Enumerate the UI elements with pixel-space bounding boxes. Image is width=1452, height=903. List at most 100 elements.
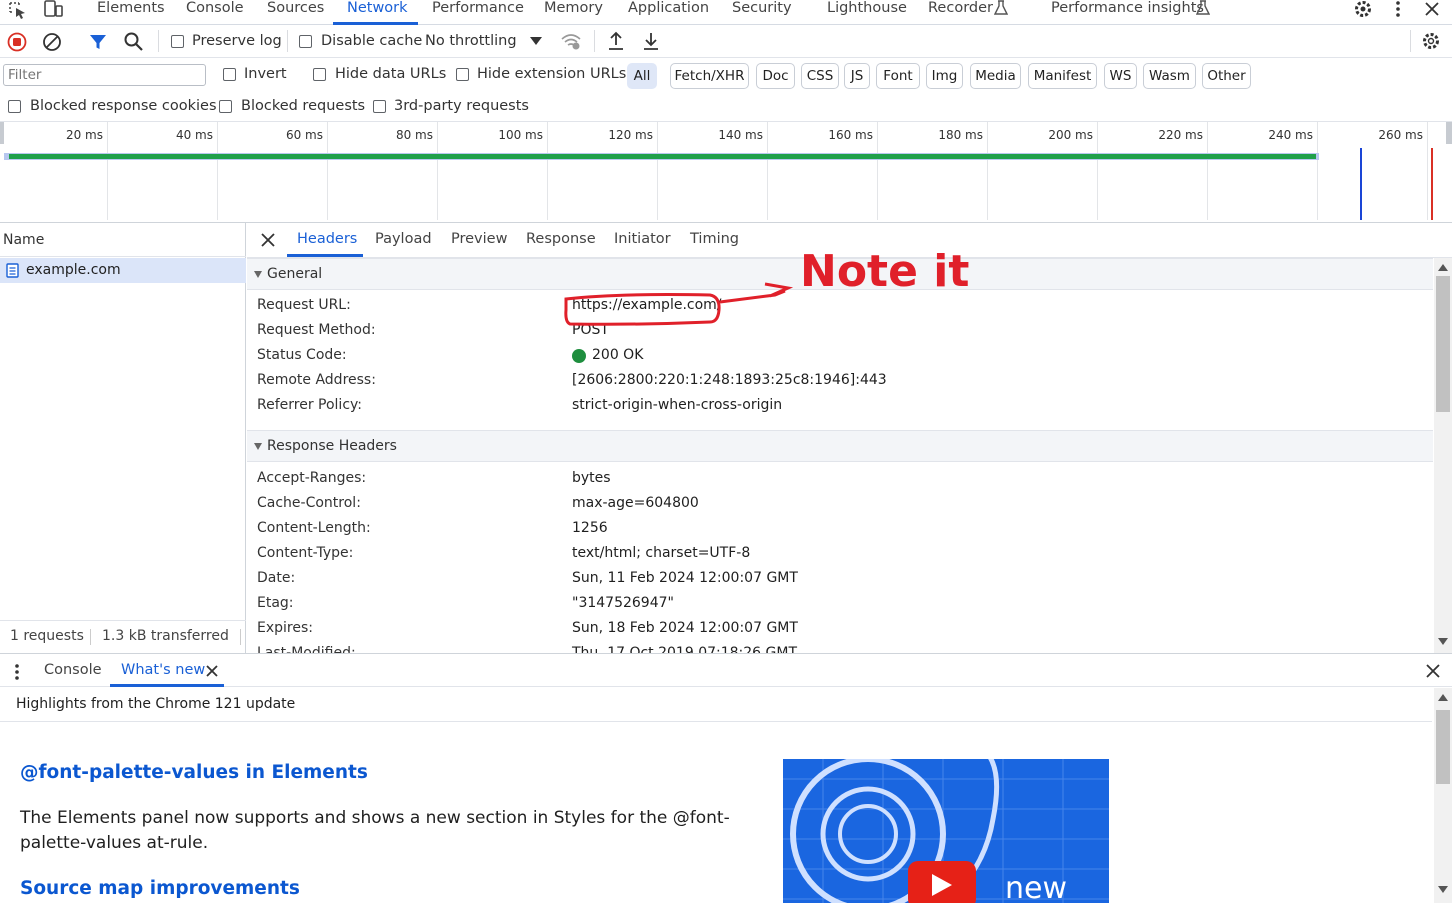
expand-triangle-icon: [254, 271, 262, 278]
filter-input[interactable]: [3, 64, 206, 86]
feature-heading-source-maps[interactable]: Source map improvements: [20, 878, 300, 899]
filter-chip-fetch-xhr[interactable]: Fetch/XHR: [670, 63, 749, 89]
scrollbar-thumb[interactable]: [1436, 276, 1450, 412]
disable-cache-checkbox[interactable]: [299, 35, 312, 48]
hide-extension-urls-checkbox[interactable]: [456, 68, 469, 81]
hide-data-urls-checkbox[interactable]: [313, 68, 326, 81]
annotation-arrow: [719, 282, 794, 304]
drawer-menu-icon[interactable]: [13, 663, 21, 681]
divider: [287, 30, 288, 52]
tab-recorder[interactable]: Recorder: [928, 0, 993, 16]
tab-headers[interactable]: Headers: [297, 231, 357, 247]
tab-performance-insights[interactable]: Performance insights: [1051, 0, 1204, 16]
scroll-down-icon[interactable]: [1438, 886, 1448, 893]
video-thumbnail-text: new: [1005, 871, 1068, 903]
video-thumbnail[interactable]: new: [783, 759, 1109, 903]
device-toolbar-icon[interactable]: [42, 0, 64, 18]
scroll-up-icon[interactable]: [1438, 694, 1448, 701]
timeline-tick-label: 80 ms: [395, 128, 433, 142]
invert-checkbox[interactable]: [223, 68, 236, 81]
chevron-down-icon[interactable]: [530, 37, 542, 45]
timeline-gridline: [877, 122, 878, 220]
timeline-left-handle[interactable]: [0, 122, 4, 144]
tab-performance[interactable]: Performance: [432, 0, 524, 16]
filter-chip-img[interactable]: Img: [926, 63, 963, 89]
filter-chip-css[interactable]: CSS: [801, 63, 839, 89]
divider: [594, 30, 595, 52]
timeline-right-handle[interactable]: [1446, 122, 1452, 144]
network-settings-gear-icon[interactable]: [1421, 31, 1441, 51]
filter-chip-ws[interactable]: WS: [1104, 63, 1137, 89]
list-item[interactable]: example.com: [0, 258, 246, 283]
drawer-scrollbar[interactable]: [1434, 688, 1452, 903]
clear-icon[interactable]: [42, 32, 62, 52]
devtools-tab-bar: Elements Console Sources Network Perform…: [0, 0, 1452, 25]
requests-count: 1 requests: [10, 628, 84, 644]
close-details-icon[interactable]: [261, 233, 275, 247]
record-stop-icon[interactable]: [7, 32, 27, 52]
filter-icon[interactable]: [88, 32, 108, 52]
close-drawer-icon[interactable]: [1426, 664, 1440, 678]
tab-lighthouse[interactable]: Lighthouse: [827, 0, 907, 16]
tab-security[interactable]: Security: [732, 0, 792, 16]
tab-console[interactable]: Console: [186, 0, 244, 16]
preserve-log-checkbox[interactable]: [171, 35, 184, 48]
filter-chip-font[interactable]: Font: [876, 63, 920, 89]
tab-payload[interactable]: Payload: [375, 231, 432, 247]
hide-extension-urls-label: Hide extension URLs: [477, 66, 627, 82]
header-key: Date:: [257, 570, 296, 586]
network-overview-timeline[interactable]: 20 ms 40 ms 60 ms 80 ms 100 ms 120 ms 140 ms 16…: [0, 122, 1452, 223]
tab-memory[interactable]: Memory: [544, 0, 603, 16]
third-party-checkbox[interactable]: [373, 100, 386, 113]
import-har-icon[interactable]: [607, 31, 625, 51]
feature-heading-font-palette[interactable]: @font-palette-values in Elements: [20, 762, 368, 783]
settings-gear-icon[interactable]: [1353, 0, 1373, 19]
search-icon[interactable]: [123, 31, 145, 53]
annotation-circle: [564, 293, 721, 326]
scroll-up-icon[interactable]: [1438, 264, 1448, 271]
timeline-gridline: [1427, 122, 1428, 220]
filter-chip-manifest[interactable]: Manifest: [1028, 63, 1097, 89]
close-tab-icon[interactable]: [206, 665, 218, 677]
blocked-cookies-checkbox[interactable]: [8, 100, 21, 113]
timeline-tick-label: 220 ms: [1158, 128, 1203, 142]
header-value: [2606:2800:220:1:248:1893:25c8:1946]:443: [572, 372, 887, 388]
load-event-marker: [1431, 148, 1433, 220]
filter-chip-other[interactable]: Other: [1202, 63, 1251, 89]
filter-chip-doc[interactable]: Doc: [756, 63, 795, 89]
third-party-label: 3rd-party requests: [394, 98, 529, 114]
network-conditions-icon[interactable]: [560, 31, 582, 51]
drawer-tab-console[interactable]: Console: [44, 662, 102, 678]
youtube-play-icon[interactable]: [908, 861, 976, 903]
more-options-icon[interactable]: [1392, 0, 1404, 18]
blocked-requests-checkbox[interactable]: [219, 100, 232, 113]
drawer-tab-whats-new[interactable]: What's new: [121, 662, 205, 678]
timeline-tick-label: 160 ms: [828, 128, 873, 142]
timeline-tick-label: 20 ms: [65, 128, 103, 142]
filter-chip-media[interactable]: Media: [970, 63, 1021, 89]
status-bar: 1 requests 1.3 kB transferred: [0, 620, 246, 653]
export-har-icon[interactable]: [642, 31, 660, 51]
filter-chip-js[interactable]: JS: [844, 63, 870, 89]
tab-application[interactable]: Application: [628, 0, 709, 16]
tab-network[interactable]: Network: [347, 0, 408, 16]
tab-preview[interactable]: Preview: [451, 231, 507, 247]
tab-sources[interactable]: Sources: [267, 0, 324, 16]
header-key: Cache-Control:: [257, 495, 361, 511]
close-devtools-icon[interactable]: [1424, 1, 1440, 17]
headers-scrollbar[interactable]: [1434, 258, 1452, 653]
filter-chip-all[interactable]: All: [627, 63, 657, 89]
divider: [1410, 30, 1411, 52]
annotation-note-text: Note it: [800, 246, 969, 297]
filter-chip-wasm[interactable]: Wasm: [1143, 63, 1196, 89]
response-headers-section-header[interactable]: Response Headers: [247, 430, 1433, 462]
timeline-gridline: [987, 122, 988, 220]
scroll-down-icon[interactable]: [1438, 638, 1448, 645]
header-value: Sun, 11 Feb 2024 12:00:07 GMT: [572, 570, 798, 586]
inspect-element-icon[interactable]: [8, 1, 28, 19]
scrollbar-thumb[interactable]: [1436, 710, 1450, 784]
throttling-select[interactable]: No throttling: [425, 33, 517, 49]
invert-label: Invert: [244, 66, 287, 82]
column-name-header[interactable]: Name: [3, 232, 44, 248]
tab-elements[interactable]: Elements: [97, 0, 165, 16]
